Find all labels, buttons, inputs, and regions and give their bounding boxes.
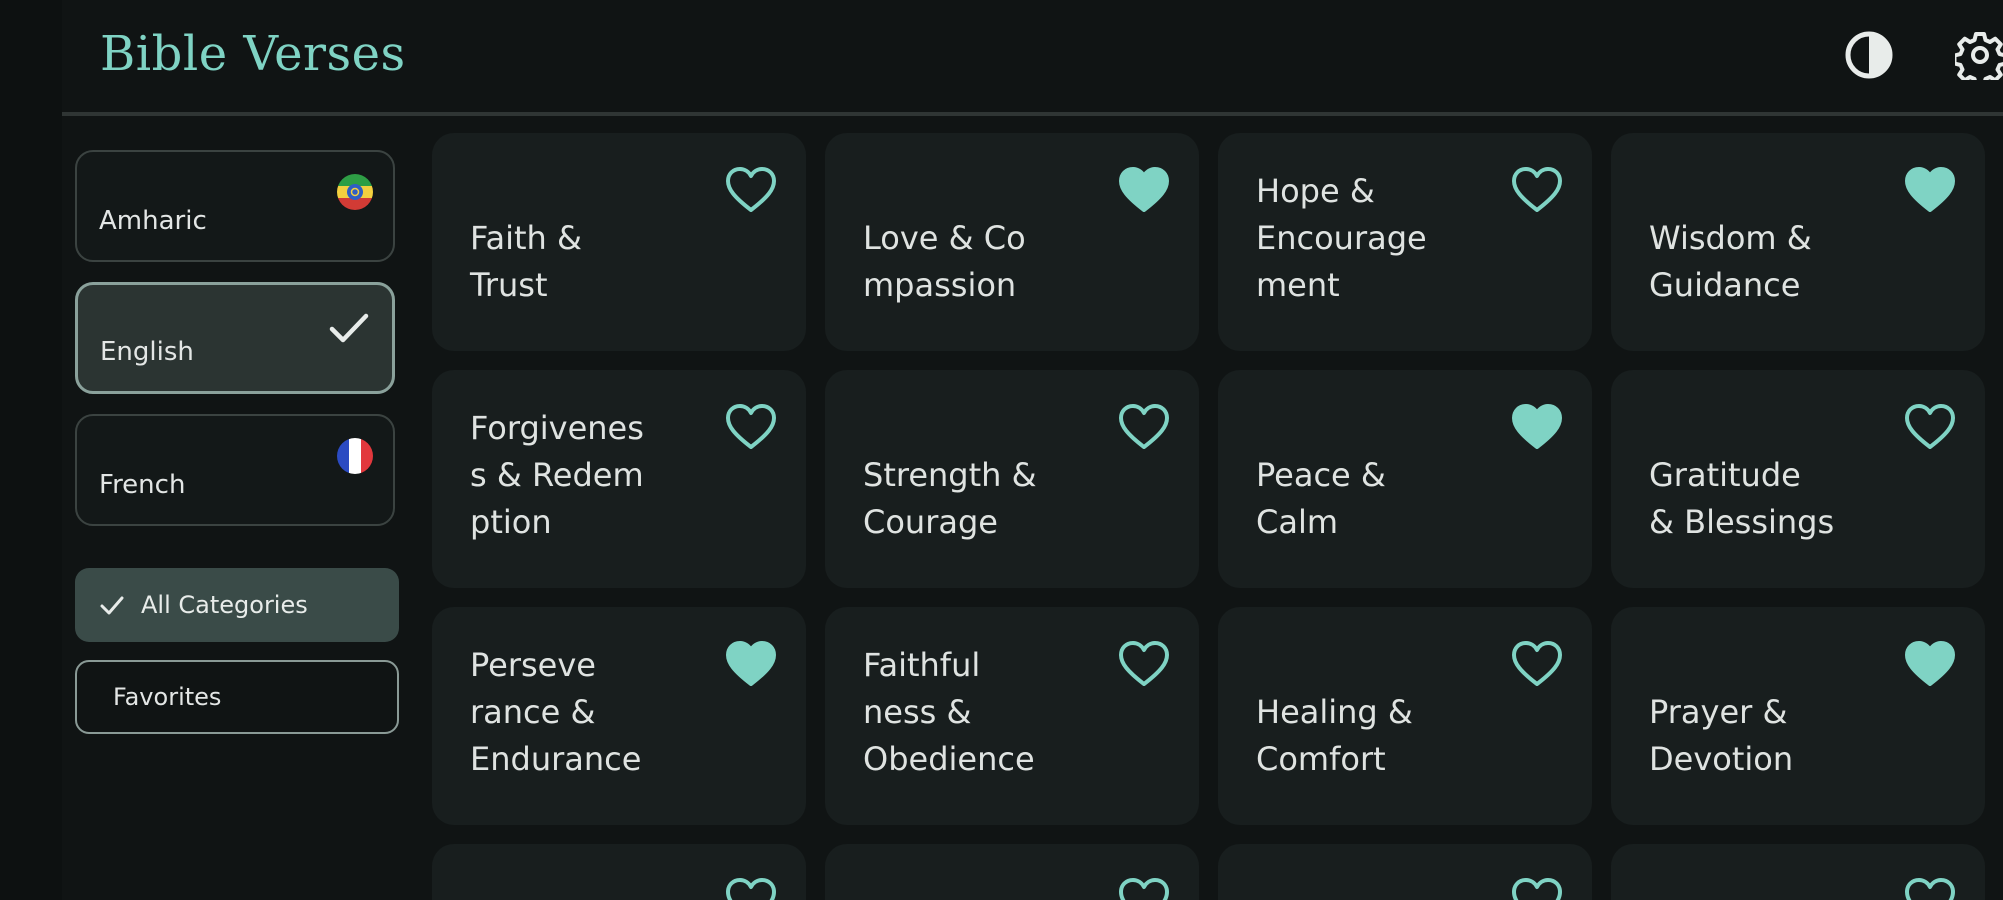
category-title: Faithful ness & Obedience [863, 646, 1035, 778]
language-label: Amharic [99, 206, 207, 236]
category-card[interactable]: Love & Co mpassion [825, 133, 1199, 351]
category-title: Prayer & Devotion [1649, 693, 1794, 778]
category-card-partial[interactable] [1218, 844, 1592, 900]
app-title: Bible Verses [100, 26, 406, 82]
category-card-partial[interactable] [1611, 844, 1985, 900]
heart-outline-icon[interactable] [1903, 876, 1957, 900]
heart-outline-icon[interactable] [1510, 639, 1564, 689]
category-card[interactable]: Wisdom & Guidance [1611, 133, 1985, 351]
heart-outline-icon[interactable] [724, 402, 778, 452]
category-title: Strength & Courage [863, 456, 1037, 541]
heart-outline-icon[interactable] [1510, 876, 1564, 900]
category-card-partial[interactable] [432, 844, 806, 900]
language-label: French [99, 470, 186, 500]
category-card[interactable]: Prayer & Devotion [1611, 607, 1985, 825]
category-title: Gratitude & Blessings [1649, 456, 1835, 541]
language-option-amharic[interactable]: Amharic [75, 150, 395, 262]
language-option-french[interactable]: French [75, 414, 395, 526]
heart-filled-icon[interactable] [1903, 639, 1957, 689]
category-title: Perseve rance & Endurance [470, 646, 642, 778]
heart-filled-icon[interactable] [1117, 165, 1171, 215]
app-header: Bible Verses [62, 0, 2003, 116]
category-title: Healing & Comfort [1256, 693, 1413, 778]
heart-outline-icon[interactable] [1117, 876, 1171, 900]
heart-filled-icon[interactable] [1903, 165, 1957, 215]
category-title: Wisdom & Guidance [1649, 219, 1812, 304]
category-card[interactable]: Forgivenes s & Redem ption [432, 370, 806, 588]
heart-outline-icon[interactable] [724, 876, 778, 900]
filter-label: All Categories [141, 591, 308, 619]
heart-outline-icon[interactable] [1510, 165, 1564, 215]
france-flag-icon [337, 438, 373, 474]
check-icon [99, 594, 125, 616]
category-card[interactable]: Faith & Trust [432, 133, 806, 351]
check-icon [328, 311, 370, 349]
language-option-english[interactable]: English [75, 282, 395, 394]
all-categories-filter[interactable]: All Categories [75, 568, 399, 642]
heart-outline-icon[interactable] [1903, 402, 1957, 452]
heart-filled-icon[interactable] [724, 639, 778, 689]
category-card[interactable]: Gratitude & Blessings [1611, 370, 1985, 588]
heart-outline-icon[interactable] [1117, 639, 1171, 689]
category-title: Love & Co mpassion [863, 219, 1026, 304]
filter-label: Favorites [113, 683, 222, 711]
contrast-icon [1844, 30, 1894, 84]
category-card[interactable]: Strength & Courage [825, 370, 1199, 588]
category-title: Hope & Encourage ment [1256, 172, 1427, 304]
theme-toggle-button[interactable] [1840, 28, 1898, 86]
gear-icon [1952, 30, 2003, 87]
language-label: English [100, 337, 194, 367]
category-title: Forgivenes s & Redem ption [470, 409, 644, 541]
heart-outline-icon[interactable] [724, 165, 778, 215]
heart-filled-icon[interactable] [1510, 402, 1564, 452]
category-card[interactable]: Perseve rance & Endurance [432, 607, 806, 825]
category-card[interactable]: Healing & Comfort [1218, 607, 1592, 825]
category-card-partial[interactable] [825, 844, 1199, 900]
heart-outline-icon[interactable] [1117, 402, 1171, 452]
category-card[interactable]: Hope & Encourage ment [1218, 133, 1592, 351]
category-title: Peace & Calm [1256, 456, 1386, 541]
favorites-filter[interactable]: Favorites [75, 660, 399, 734]
settings-button[interactable] [1951, 28, 2003, 87]
navigation-rail [0, 0, 62, 900]
category-card[interactable]: Peace & Calm [1218, 370, 1592, 588]
category-title: Faith & Trust [470, 219, 582, 304]
ethiopia-flag-icon [337, 174, 373, 210]
category-card[interactable]: Faithful ness & Obedience [825, 607, 1199, 825]
